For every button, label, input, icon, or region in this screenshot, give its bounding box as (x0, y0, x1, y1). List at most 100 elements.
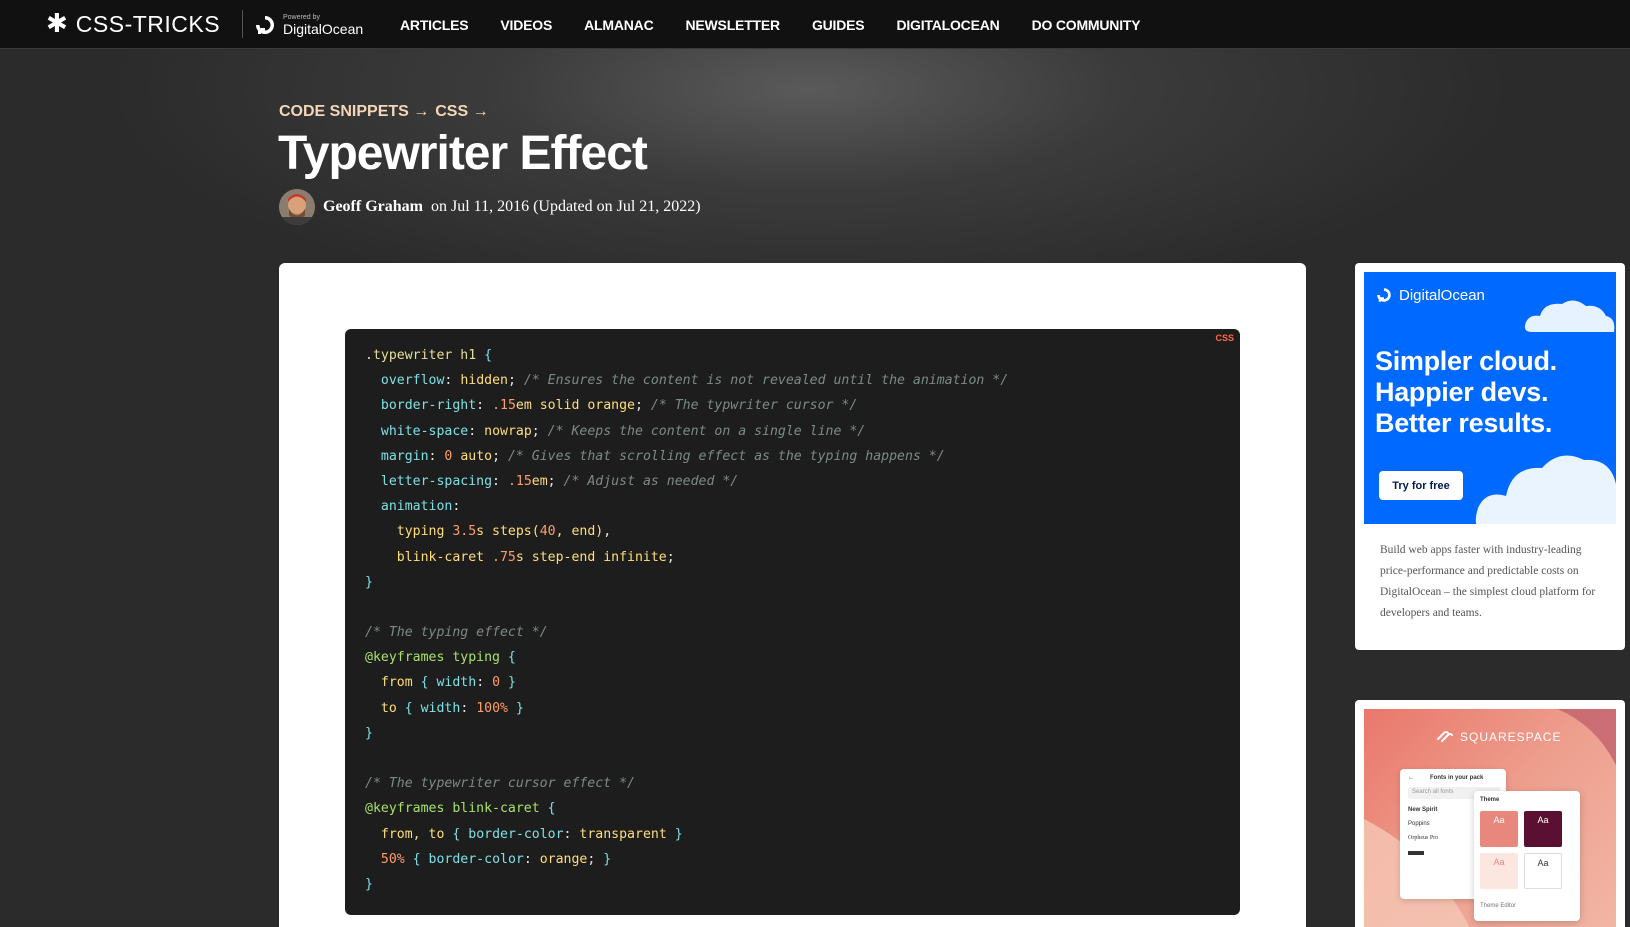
code-token-plain: ; (634, 398, 651, 414)
ad-headline-line-3: Better results. (1375, 408, 1553, 438)
squarespace-ad[interactable]: SQUARESPACE ← Fonts in your pack Search … (1355, 700, 1625, 927)
code-token-prop: letter-spacing (380, 473, 493, 489)
code-line: 50% { border-color: orange; } (365, 847, 1240, 872)
nav-item-newsletter[interactable]: NEWSLETTER (686, 17, 781, 33)
code-token-prop: animation (380, 499, 453, 515)
code-token-num: .15 (492, 398, 516, 414)
code-line: border-right: .15em solid orange; /* The… (365, 393, 1240, 418)
code-token-plain: ; (507, 373, 524, 389)
author-link[interactable]: Geoff Graham (323, 198, 423, 216)
cloud-large-icon (1475, 455, 1616, 524)
code-block[interactable]: CSS .typewriter h1 { overflow: hidden; /… (345, 329, 1240, 915)
powered-by-text: Powered by DigitalOcean (283, 14, 363, 36)
code-token-cmt: /* The typing effect */ (365, 625, 548, 641)
code-token-num: 40 (539, 524, 556, 540)
code-token-val: nowrap (484, 423, 532, 439)
code-token-val: from, to (380, 826, 453, 842)
code-token-plain: ; (547, 473, 564, 489)
try-for-free-button[interactable]: Try for free (1379, 471, 1463, 500)
code-line: } (365, 721, 1240, 746)
asterisk-logo-icon: ✱ (46, 9, 68, 39)
breadcrumb-css[interactable]: CSS → (435, 103, 488, 121)
logo-text: CSS-TRICKS (75, 10, 221, 37)
powered-by-digitalocean[interactable]: Powered by DigitalOcean (253, 10, 363, 40)
code-token-num: 50% (380, 851, 405, 867)
code-token-brace: } (500, 675, 516, 691)
code-token-cmt: /* The typewriter cursor effect */ (365, 776, 635, 792)
code-line: animation: (365, 494, 1240, 519)
breadcrumb-code-snippets[interactable]: CODE SNIPPETS → (279, 103, 429, 121)
code-token-cmt: /* Keeps the content on a single line */ (547, 423, 866, 439)
digitalocean-logo-icon (1377, 288, 1391, 302)
theme-swatch-1: Aa (1480, 811, 1518, 847)
nav-item-digitalocean[interactable]: DIGITALOCEAN (896, 17, 999, 33)
code-token-at: @keyframes typing (365, 650, 508, 666)
fonts-panel-title: Fonts in your pack (1430, 775, 1484, 781)
code-lines: .typewriter h1 { overflow: hidden; /* En… (365, 343, 1240, 897)
code-line: .typewriter h1 { (365, 343, 1240, 368)
squarespace-banner[interactable]: SQUARESPACE ← Fonts in your pack Search … (1364, 709, 1616, 927)
code-token-plain: : (452, 499, 461, 515)
code-line: margin: 0 auto; /* Gives that scrolling … (365, 444, 1240, 469)
code-line: blink-caret .75s step-end infinite; (365, 545, 1240, 570)
code-token-brace: } (507, 700, 524, 716)
code-line: /* The typewriter cursor effect */ (365, 771, 1240, 796)
top-navigation-bar: ✱ CSS-TRICKS Powered by DigitalOcean ART… (0, 0, 1630, 49)
code-token-brace: } (666, 826, 683, 842)
nav-item-almanac[interactable]: ALMANAC (584, 17, 654, 33)
code-token-plain: : (523, 851, 540, 867)
squarespace-logo-icon (1437, 731, 1453, 742)
code-token-brace: } (365, 725, 373, 741)
nav-item-videos[interactable]: VIDEOS (500, 17, 552, 33)
code-token-brace: { (404, 700, 421, 716)
code-token-plain: : (476, 398, 493, 414)
code-line: white-space: nowrap; /* Keeps the conten… (365, 419, 1240, 444)
code-token-cmt: /* The typwriter cursor */ (650, 398, 858, 414)
font-option-4 (1408, 851, 1424, 855)
code-line: @keyframes typing { (365, 645, 1240, 670)
code-line: } (365, 872, 1240, 897)
code-token-val: blink-caret (396, 549, 493, 565)
theme-label: Theme (1480, 797, 1500, 803)
css-tricks-logo[interactable]: ✱ CSS-TRICKS (46, 9, 220, 39)
code-token-plain: : (476, 675, 493, 691)
font-option-3: Orpheus Pro (1408, 835, 1439, 841)
code-token-prop: margin (380, 448, 429, 464)
code-token-val: orange (539, 851, 588, 867)
code-line: /* The typing effect */ (365, 620, 1240, 645)
code-token-num: 100% (476, 700, 508, 716)
nav-item-do-community[interactable]: DO COMMUNITY (1032, 17, 1141, 33)
code-token-brace: { (420, 675, 437, 691)
code-line: } (365, 570, 1240, 595)
ad-brand: DigitalOcean (1375, 286, 1485, 304)
nav-item-articles[interactable]: ARTICLES (400, 17, 469, 33)
code-token-plain: : (428, 448, 445, 464)
author-avatar[interactable] (279, 189, 315, 225)
digitalocean-logo-icon (256, 16, 274, 34)
code-token-plain: : (563, 826, 580, 842)
code-token-plain: , (603, 524, 612, 540)
digitalocean-ad[interactable]: DigitalOcean Simpler cloud. Happier devs… (1355, 263, 1625, 650)
code-token-plain: : (468, 423, 485, 439)
font-search-placeholder: Search all fonts (1412, 789, 1454, 795)
back-arrow-icon: ← (1408, 775, 1414, 781)
code-token-num: 3.5 (452, 524, 477, 540)
code-token-prop: width (436, 675, 477, 691)
ad-headline-line-1: Simpler cloud. (1375, 346, 1557, 376)
powered-by-label: Powered by (283, 14, 320, 21)
code-token-brace: { (484, 348, 493, 363)
code-token-plain: ; (531, 423, 548, 439)
ad-banner[interactable]: DigitalOcean Simpler cloud. Happier devs… (1364, 272, 1616, 524)
code-token-cmt: /* Ensures the content is not revealed u… (523, 373, 1009, 389)
main-nav: ARTICLES VIDEOS ALMANAC NEWSLETTER GUIDE… (400, 0, 1141, 49)
code-line: from, to { border-color: transparent } (365, 822, 1240, 847)
code-token-val: , end) (555, 524, 604, 540)
nav-item-guides[interactable]: GUIDES (812, 17, 865, 33)
